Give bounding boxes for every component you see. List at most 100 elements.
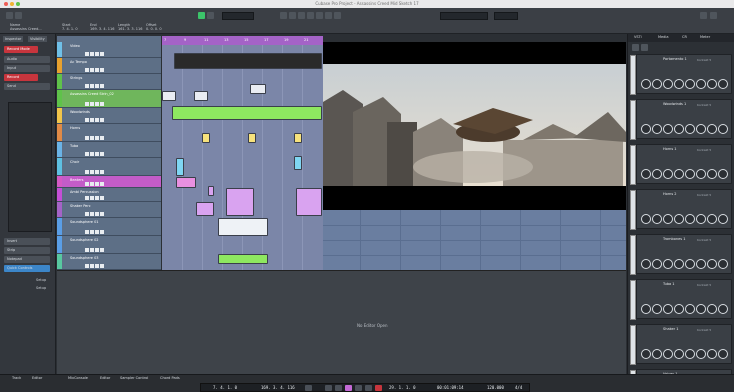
zoom-window-button[interactable] bbox=[16, 2, 20, 6]
track-row[interactable]: Soundsphere 03 bbox=[57, 254, 161, 270]
quick-control-knob[interactable] bbox=[674, 304, 684, 314]
range-tool-icon[interactable] bbox=[289, 12, 296, 19]
record-enable-button[interactable] bbox=[95, 196, 99, 200]
monitor-button[interactable] bbox=[100, 230, 104, 234]
shaker-clip[interactable] bbox=[196, 202, 214, 216]
quick-control-knob[interactable] bbox=[641, 169, 651, 179]
quick-control-knob[interactable] bbox=[685, 349, 695, 359]
track-row[interactable]: Horns bbox=[57, 124, 161, 142]
record-enable-button[interactable] bbox=[95, 248, 99, 252]
percussion-clip[interactable] bbox=[296, 188, 322, 216]
track-name[interactable]: Ambi Percussion bbox=[70, 190, 99, 194]
quick-control-knob[interactable] bbox=[718, 259, 728, 269]
record-enable-button[interactable] bbox=[95, 170, 99, 174]
tab-cr[interactable]: CR bbox=[682, 35, 687, 39]
rack-slot-handle[interactable] bbox=[630, 145, 636, 185]
track-buttons[interactable] bbox=[85, 170, 113, 174]
add-instrument-button[interactable] bbox=[632, 44, 639, 51]
setup-label[interactable]: Setup bbox=[36, 286, 46, 290]
quick-control-knob[interactable] bbox=[707, 169, 717, 179]
rack-instrument-name[interactable]: Horns 2 bbox=[663, 192, 677, 196]
mute-button[interactable] bbox=[85, 68, 89, 72]
solo-button[interactable] bbox=[90, 152, 94, 156]
monitor-button[interactable] bbox=[100, 52, 104, 56]
soundsphere-clip[interactable] bbox=[218, 218, 268, 236]
track-row[interactable]: Assassins Creed Strin_02 bbox=[57, 90, 161, 108]
woodwinds-clip[interactable] bbox=[248, 133, 256, 143]
tab-media[interactable]: Media bbox=[658, 35, 669, 39]
track-buttons[interactable] bbox=[85, 136, 113, 140]
rack-instrument-name[interactable]: Portamento 1 bbox=[663, 57, 687, 61]
quick-control-knob[interactable] bbox=[696, 124, 706, 134]
record-enable-button[interactable] bbox=[95, 182, 99, 186]
track-row[interactable]: Video bbox=[57, 42, 161, 58]
rack-preset-name[interactable]: Kontakt 5 bbox=[697, 148, 711, 152]
play-button[interactable] bbox=[198, 12, 205, 19]
video-player[interactable] bbox=[323, 42, 626, 210]
record-button[interactable]: Record bbox=[4, 74, 38, 81]
track-row[interactable]: Woodwinds bbox=[57, 108, 161, 124]
quick-control-knob[interactable] bbox=[674, 349, 684, 359]
quick-control-knob[interactable] bbox=[718, 124, 728, 134]
record-enable-button[interactable] bbox=[95, 52, 99, 56]
track-buttons[interactable] bbox=[85, 84, 113, 88]
glue-tool-icon[interactable] bbox=[307, 12, 314, 19]
rack-preset-name[interactable]: Kontakt 5 bbox=[697, 328, 711, 332]
quick-control-knob[interactable] bbox=[663, 214, 673, 224]
track-row[interactable]: Shaker Perc bbox=[57, 202, 161, 218]
inspector-row-send[interactable]: Send bbox=[4, 83, 50, 90]
percussion-clip[interactable] bbox=[208, 186, 214, 196]
mute-button[interactable] bbox=[85, 152, 89, 156]
inspector-row-insert[interactable]: Insert bbox=[4, 238, 50, 245]
quick-control-knob[interactable] bbox=[685, 259, 695, 269]
record-enable-button[interactable] bbox=[95, 68, 99, 72]
monitor-button[interactable] bbox=[100, 102, 104, 106]
quantize-select[interactable] bbox=[494, 12, 518, 20]
track-name[interactable]: Tuba bbox=[70, 144, 78, 148]
mute-button[interactable] bbox=[85, 264, 89, 268]
track-buttons[interactable] bbox=[85, 102, 113, 106]
video-clip[interactable] bbox=[174, 53, 322, 69]
track-name[interactable]: Soundsphere 02 bbox=[70, 238, 99, 242]
track-row[interactable]: Beaters bbox=[57, 176, 161, 188]
field-value-offset[interactable]: 0. 0. 0. 0 bbox=[146, 27, 162, 31]
quick-control-knob[interactable] bbox=[696, 259, 706, 269]
right-locator[interactable]: 169. 3. 4. 116 bbox=[261, 385, 295, 390]
quick-control-knob[interactable] bbox=[641, 259, 651, 269]
tab-track[interactable]: Track bbox=[12, 376, 21, 380]
forward-button[interactable] bbox=[335, 385, 342, 391]
arrange-view[interactable]: 7 9 11 13 15 17 19 21 bbox=[162, 36, 323, 270]
track-name[interactable]: Shaker Perc bbox=[70, 204, 91, 208]
play-transport-button[interactable] bbox=[365, 385, 372, 391]
position-display[interactable]: 29. 1. 1. 0 bbox=[389, 385, 416, 390]
channel-fader-area[interactable] bbox=[8, 102, 52, 232]
rack-settings-icon[interactable] bbox=[641, 44, 648, 51]
rack-instrument-name[interactable]: Woodwinds 1 bbox=[663, 102, 686, 106]
instrument-rack-slot[interactable]: Shaker 1 Kontakt 5 bbox=[630, 324, 732, 365]
mute-button[interactable] bbox=[85, 196, 89, 200]
solo-button[interactable] bbox=[90, 248, 94, 252]
monitor-button[interactable] bbox=[100, 248, 104, 252]
quick-control-knob[interactable] bbox=[718, 214, 728, 224]
quick-control-knob[interactable] bbox=[674, 169, 684, 179]
mute-button[interactable] bbox=[85, 136, 89, 140]
solo-button[interactable] bbox=[90, 136, 94, 140]
tab-vsti[interactable]: VSTi bbox=[634, 35, 642, 39]
rack-slot-handle[interactable] bbox=[630, 325, 636, 365]
woodwinds-clip[interactable] bbox=[202, 133, 210, 143]
track-name[interactable]: Beaters bbox=[70, 178, 84, 182]
split-tool-icon[interactable] bbox=[298, 12, 305, 19]
quick-control-knob[interactable] bbox=[652, 169, 662, 179]
quick-control-knob[interactable] bbox=[674, 79, 684, 89]
track-row[interactable]: Soundsphere 01 bbox=[57, 218, 161, 236]
solo-button[interactable] bbox=[90, 84, 94, 88]
left-locator[interactable]: 7. 4. 1. 0 bbox=[213, 385, 237, 390]
rack-instrument-name[interactable]: Horns 1 bbox=[663, 147, 677, 151]
track-row[interactable]: Soundsphere 02 bbox=[57, 236, 161, 254]
mute-button[interactable] bbox=[85, 118, 89, 122]
woodwinds-clip[interactable] bbox=[294, 133, 302, 143]
track-buttons[interactable] bbox=[85, 230, 113, 234]
quick-control-knob[interactable] bbox=[718, 169, 728, 179]
quick-control-knob[interactable] bbox=[663, 259, 673, 269]
solo-button[interactable] bbox=[90, 52, 94, 56]
